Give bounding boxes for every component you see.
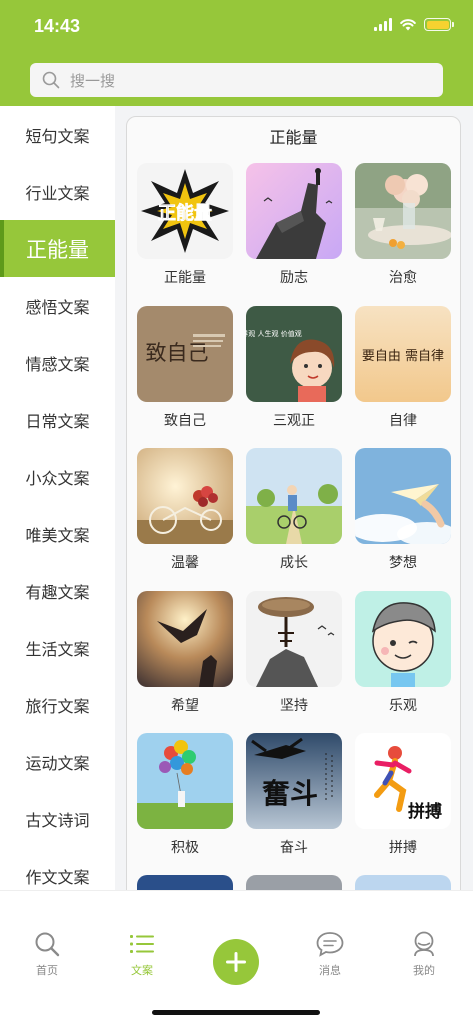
sidebar-item-short-sentence[interactable]: 短句文案 xyxy=(0,106,115,163)
category-tile-warm[interactable]: 温馨 xyxy=(137,448,233,572)
category-thumbnail[interactable]: 致自己 xyxy=(137,306,233,402)
search-icon xyxy=(35,932,60,957)
thumb-text: 致自己 xyxy=(146,341,209,365)
add-button[interactable] xyxy=(213,939,259,985)
sidebar-item-industry[interactable]: 行业文案 xyxy=(0,163,115,220)
sidebar-item-classical-poetry[interactable]: 古文诗词 xyxy=(0,790,115,847)
sidebar-item-sports[interactable]: 运动文案 xyxy=(0,733,115,790)
search-icon xyxy=(42,71,60,89)
add-icon xyxy=(226,952,246,972)
category-label: 坚持 xyxy=(280,698,308,714)
category-tile-inspiration[interactable]: 励志 xyxy=(246,163,342,287)
category-tile-positive-energy[interactable]: 正能量 正能量 xyxy=(137,163,233,287)
thumb-text: 奮斗 xyxy=(262,777,318,810)
category-tile-healing[interactable]: 治愈 xyxy=(355,163,451,287)
category-thumbnail[interactable] xyxy=(355,163,451,259)
tab-copywriting[interactable]: 文案 xyxy=(112,931,172,978)
category-label: 三观正 xyxy=(273,413,315,429)
category-thumbnail[interactable]: 奮斗 xyxy=(246,733,342,829)
category-tile-struggle[interactable]: 奮斗 奋斗 xyxy=(246,733,342,857)
category-tile-strive[interactable]: 拼搏 拼搏 xyxy=(355,733,451,857)
tab-label: 文案 xyxy=(131,964,153,977)
thumb-text: 拼搏 xyxy=(408,801,442,822)
category-thumbnail[interactable] xyxy=(355,591,451,687)
category-label: 正能量 xyxy=(164,270,206,286)
category-label: 拼搏 xyxy=(389,840,417,856)
battery-icon xyxy=(424,18,454,31)
category-label: 积极 xyxy=(171,840,199,856)
user-icon xyxy=(414,931,434,957)
category-label: 自律 xyxy=(389,413,417,429)
category-label: 励志 xyxy=(280,270,308,286)
category-label: 成长 xyxy=(280,555,308,571)
list-icon xyxy=(130,935,154,953)
category-tile-growth[interactable]: 成长 xyxy=(246,448,342,572)
category-tile-to-myself[interactable]: 致自己 致自己 xyxy=(137,306,233,430)
tab-profile[interactable]: 我的 xyxy=(394,931,454,978)
category-thumbnail[interactable] xyxy=(137,733,233,829)
tab-label: 消息 xyxy=(319,964,341,977)
tab-label: 我的 xyxy=(413,964,435,977)
top-header: 14:43 搜一搜 xyxy=(0,0,473,106)
category-label: 温馨 xyxy=(171,555,199,571)
tab-messages[interactable]: 消息 xyxy=(300,931,360,978)
sidebar-item-daily[interactable]: 日常文案 xyxy=(0,391,115,448)
category-tile-hope[interactable]: 希望 xyxy=(137,591,233,715)
sidebar-item-aesthetic[interactable]: 唯美文案 xyxy=(0,505,115,562)
category-thumbnail[interactable]: 要自由 需自律 xyxy=(355,306,451,402)
sidebar-item-life[interactable]: 生活文案 xyxy=(0,619,115,676)
wifi-icon xyxy=(400,18,416,30)
category-tile-three-views[interactable]: 世界观 人生观 价值观 三观正 xyxy=(246,306,342,430)
thumb-text: 世界观 人生观 价值观 xyxy=(246,329,302,338)
category-tile-persistence[interactable]: 坚持 xyxy=(246,591,342,715)
category-sidebar: 短句文案 行业文案 正能量 感悟文案 情感文案 日常文案 小众文案 唯美文案 有… xyxy=(0,106,115,890)
tab-home[interactable]: 首页 xyxy=(17,931,77,978)
category-tile-self-discipline[interactable]: 要自由 需自律 自律 xyxy=(355,306,451,430)
category-thumbnail[interactable] xyxy=(137,591,233,687)
category-label: 梦想 xyxy=(389,555,417,571)
category-thumbnail[interactable] xyxy=(246,163,342,259)
category-tile-optimism[interactable]: 乐观 xyxy=(355,591,451,715)
sidebar-item-insight[interactable]: 感悟文案 xyxy=(0,277,115,334)
home-indicator xyxy=(152,1010,320,1015)
category-thumbnail[interactable]: 拼搏 xyxy=(355,733,451,829)
signal-icon xyxy=(374,18,392,31)
bottom-tab-bar: 首页 文案 消息 我的 xyxy=(0,890,473,1024)
category-grid: 正能量 正能量 励志 治愈 致自己 致自己 观 人生观 价值观 三观正 要自由 … xyxy=(127,117,460,905)
thumb-text: 要自由 需自律 xyxy=(362,349,444,364)
category-tile-dream[interactable]: 梦想 xyxy=(355,448,451,572)
category-thumbnail[interactable]: 正能量 xyxy=(137,163,233,259)
category-label: 希望 xyxy=(171,698,199,714)
category-thumbnail[interactable] xyxy=(137,448,233,544)
sidebar-item-funny[interactable]: 有趣文案 xyxy=(0,562,115,619)
status-time: 14:43 xyxy=(34,16,81,36)
sidebar-item-positive-energy[interactable]: 正能量 xyxy=(0,220,115,277)
sidebar-item-travel[interactable]: 旅行文案 xyxy=(0,676,115,733)
chat-icon xyxy=(316,932,344,957)
category-thumbnail[interactable] xyxy=(355,448,451,544)
sidebar-item-niche[interactable]: 小众文案 xyxy=(0,448,115,505)
sidebar-item-emotion[interactable]: 情感文案 xyxy=(0,334,115,391)
category-thumbnail[interactable] xyxy=(246,591,342,687)
search-bar[interactable]: 搜一搜 xyxy=(30,63,443,97)
category-label: 奋斗 xyxy=(280,840,308,856)
category-label: 治愈 xyxy=(389,270,417,286)
category-label: 乐观 xyxy=(389,698,417,714)
search-input[interactable]: 搜一搜 xyxy=(70,70,115,91)
category-tile-active[interactable]: 积极 xyxy=(137,733,233,857)
thumb-text: 正能量 xyxy=(158,202,212,224)
category-thumbnail[interactable]: 世界观 人生观 价值观 xyxy=(246,306,342,402)
category-label: 致自己 xyxy=(164,413,206,429)
tab-label: 首页 xyxy=(36,964,58,977)
category-thumbnail[interactable] xyxy=(246,448,342,544)
status-icons xyxy=(374,18,454,31)
category-panel: 正能量 正能量 正能量 励志 治愈 致自己 致自己 观 人生观 价值观 三观正 … xyxy=(126,116,461,906)
